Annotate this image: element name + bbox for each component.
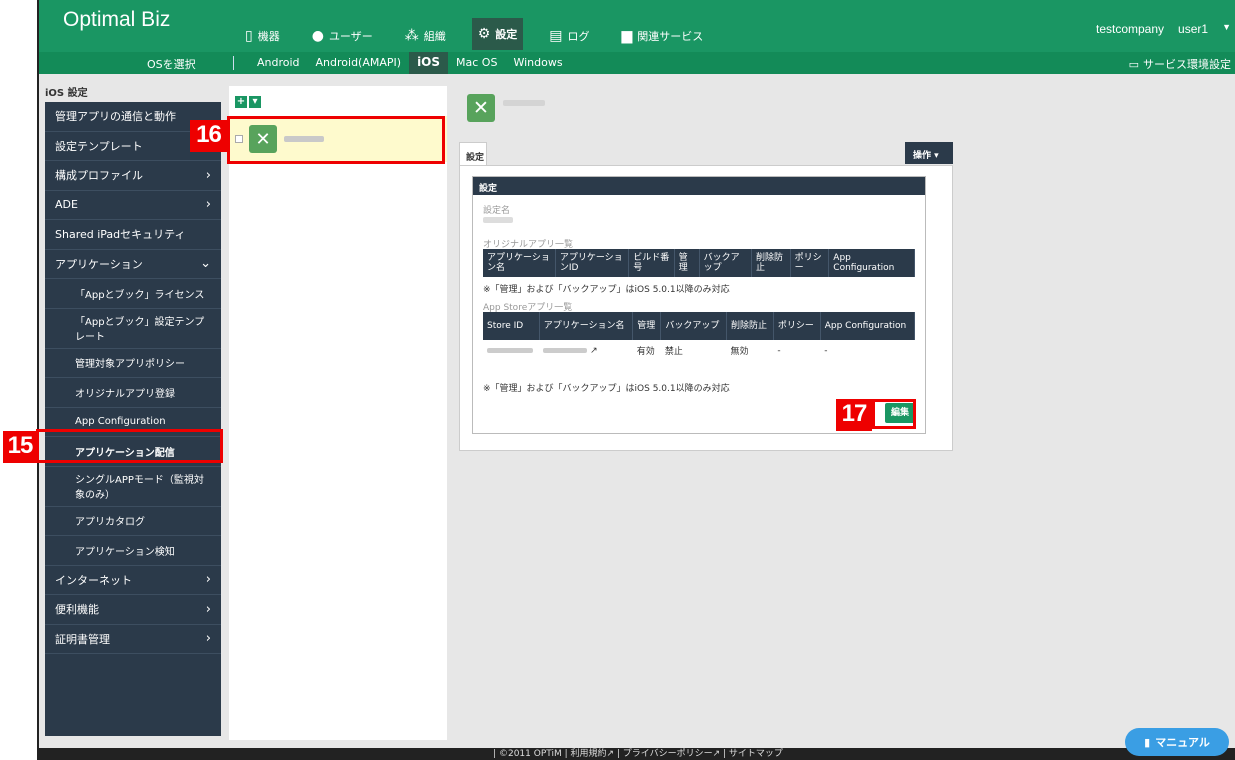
org-icon: ⁂ bbox=[404, 28, 419, 44]
chevron-down-icon: ▼ bbox=[1222, 22, 1231, 32]
sidebar-nav: 管理アプリの通信と動作 設定テンプレート 構成プロファイル › ADE › Shar… bbox=[45, 102, 221, 736]
sidebar-item-vpp-template[interactable]: 「Appとブック」設定テンプレート bbox=[45, 309, 221, 349]
nav-related-services[interactable]: ▆ 関連サービス bbox=[616, 20, 710, 52]
nav-devices[interactable]: ▯ 機器 bbox=[239, 20, 286, 52]
setting-name-label: 設定名 bbox=[483, 206, 511, 216]
book-icon: ▮ bbox=[1144, 735, 1151, 749]
manual-button[interactable]: ▮ マニュアル bbox=[1125, 728, 1229, 756]
add-button[interactable]: + bbox=[235, 96, 247, 108]
app-window: Optimal Biz ▯ 機器 ● ユーザー ⁂ 組織 ⚙ 設定 ▤ ログ ▆ 関連サービ… bbox=[37, 0, 1235, 760]
document-icon: ▤ bbox=[549, 28, 563, 44]
detail-tabs: 設定 操作 ▾ bbox=[459, 142, 953, 166]
chevron-right-icon: › bbox=[205, 631, 211, 647]
dropdown-button[interactable]: ▾ bbox=[249, 96, 261, 108]
sidebar-item-managed-app-policy[interactable]: 管理対象アプリポリシー bbox=[45, 349, 221, 378]
blurred-setting-value bbox=[483, 217, 513, 223]
account-menu[interactable]: testcompany user1 ▼ bbox=[1096, 22, 1231, 36]
gear-icon: ⚙ bbox=[477, 26, 491, 42]
tab-windows[interactable]: Windows bbox=[505, 52, 570, 74]
blurred-store-id bbox=[487, 347, 533, 353]
sidebar-item-vpp-license[interactable]: 「Appとブック」ライセンス bbox=[45, 279, 221, 309]
app-store-table: Store ID アプリケーション名 管理 バックアップ 削除防止 ポリシー A… bbox=[483, 312, 916, 361]
operation-button[interactable]: 操作 ▾ bbox=[905, 142, 953, 164]
os-select-label: OSを選択 bbox=[147, 58, 196, 71]
external-link-icon[interactable]: ↗ bbox=[590, 346, 598, 356]
tab-ios[interactable]: iOS bbox=[409, 52, 449, 74]
device-icon: ▯ bbox=[245, 28, 253, 44]
card-header: 設定 bbox=[473, 177, 925, 195]
footer: | ©2011 OPTiM | 利用規約↗ | プライバシーポリシー↗ | サイ… bbox=[39, 748, 1235, 760]
sidebar-item-single-app-mode[interactable]: シングルAPPモード（監視対象のみ） bbox=[45, 467, 221, 507]
sidebar-item-certificates[interactable]: 証明書管理 › bbox=[45, 625, 221, 654]
list-toolbar: + ▾ bbox=[235, 96, 261, 108]
chevron-right-icon: › bbox=[205, 572, 211, 588]
chevron-right-icon: › bbox=[205, 167, 211, 183]
os-tabs: Android Android(AMAPI) iOS Mac OS Window… bbox=[249, 52, 571, 74]
user-icon: ● bbox=[311, 28, 324, 44]
top-bar: Optimal Biz ▯ 機器 ● ユーザー ⁂ 組織 ⚙ 設定 ▤ ログ ▆ 関連サービ… bbox=[39, 0, 1235, 52]
sidebar-item-utilities[interactable]: 便利機能 › bbox=[45, 595, 221, 625]
nav-settings[interactable]: ⚙ 設定 bbox=[471, 18, 524, 50]
divider bbox=[233, 56, 234, 70]
blurred-app-name bbox=[543, 347, 588, 353]
settings-list-panel: + ▾ ✕ bbox=[229, 86, 447, 740]
ios-note-2: ※「管理」および「バックアップ」はiOS 5.0.1以降のみ対応 bbox=[483, 384, 730, 394]
sidebar: iOS 設定 管理アプリの通信と動作 設定テンプレート 構成プロファイル › AD… bbox=[39, 74, 221, 754]
step-badge-16: 16 bbox=[190, 120, 227, 152]
sidebar-item-shared-ipad[interactable]: Shared iPadセキュリティ bbox=[45, 220, 221, 250]
sidebar-item-app-detection[interactable]: アプリケーション検知 bbox=[45, 536, 221, 566]
sidebar-title: iOS 設定 bbox=[45, 88, 88, 99]
tools-icon: ✕ bbox=[467, 94, 495, 122]
highlight-box-17 bbox=[872, 399, 916, 429]
tab-android-amapi[interactable]: Android(AMAPI) bbox=[308, 52, 410, 74]
table-row: ↗ 有効 禁止 無効 - - bbox=[483, 340, 915, 361]
brand-logo: Optimal Biz bbox=[63, 8, 171, 31]
sidebar-item-app-catalog[interactable]: アプリカタログ bbox=[45, 507, 221, 536]
sidebar-item-profiles[interactable]: 構成プロファイル › bbox=[45, 161, 221, 191]
monitor-icon: ▭ bbox=[1128, 57, 1139, 71]
tab-android[interactable]: Android bbox=[249, 52, 308, 74]
highlight-box-16 bbox=[227, 116, 445, 164]
step-badge-17: 17 bbox=[836, 399, 872, 431]
service-env-link[interactable]: ▭ サービス環境設定 bbox=[1129, 56, 1231, 72]
chevron-down-icon: ⌄ bbox=[200, 256, 211, 272]
tab-macos[interactable]: Mac OS bbox=[448, 52, 505, 74]
settings-card: 設定 設定名 オリジナルアプリ一覧 アプリケーション名 アプリケーションID ビ… bbox=[472, 176, 926, 434]
os-bar: OSを選択 Android Android(AMAPI) iOS Mac OS … bbox=[39, 52, 1235, 74]
nav-users[interactable]: ● ユーザー bbox=[306, 20, 379, 52]
tab-settings[interactable]: 設定 bbox=[459, 142, 487, 166]
sidebar-item-ade[interactable]: ADE › bbox=[45, 191, 221, 220]
chevron-right-icon: › bbox=[205, 601, 211, 617]
ios-note: ※「管理」および「バックアップ」はiOS 5.0.1以降のみ対応 bbox=[483, 285, 730, 295]
sidebar-item-applications[interactable]: アプリケーション ⌄ bbox=[45, 250, 221, 279]
original-app-table: アプリケーション名 アプリケーションID ビルド番号 管理 バックアップ 削除防… bbox=[483, 249, 915, 277]
highlight-box-15 bbox=[36, 429, 223, 463]
nav-log[interactable]: ▤ ログ bbox=[543, 20, 595, 52]
blurred-title bbox=[503, 100, 545, 106]
sidebar-item-internet[interactable]: インターネット › bbox=[45, 566, 221, 595]
user-name: user1 bbox=[1178, 22, 1209, 36]
nav-organization[interactable]: ⁂ 組織 bbox=[399, 20, 452, 52]
main-nav: ▯ 機器 ● ユーザー ⁂ 組織 ⚙ 設定 ▤ ログ ▆ 関連サービス bbox=[239, 18, 710, 52]
sidebar-item-original-app[interactable]: オリジナルアプリ登録 bbox=[45, 378, 221, 408]
chevron-right-icon: › bbox=[205, 197, 211, 213]
company-name: testcompany bbox=[1096, 22, 1165, 36]
step-badge-15: 15 bbox=[3, 431, 37, 463]
folder-icon: ▆ bbox=[621, 28, 633, 44]
